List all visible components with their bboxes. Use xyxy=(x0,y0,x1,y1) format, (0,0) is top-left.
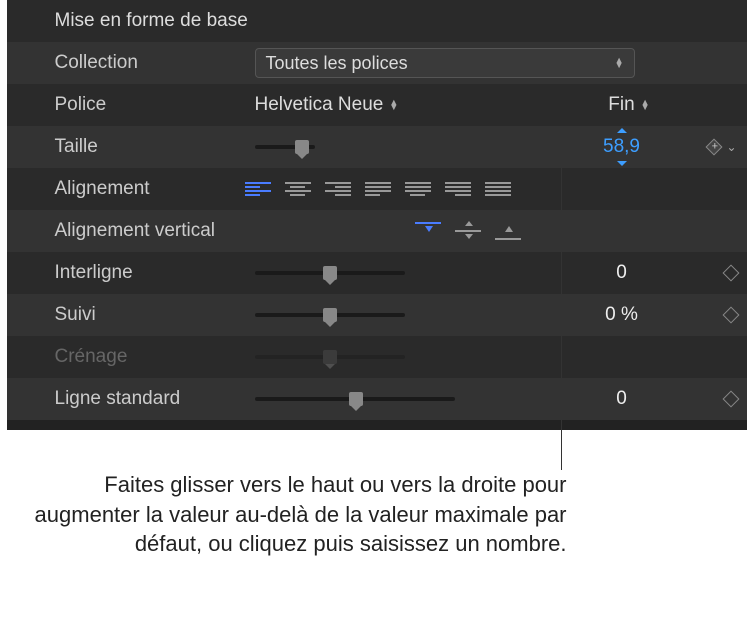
slider-thumb-icon xyxy=(323,350,337,364)
add-keyframe-icon[interactable] xyxy=(706,139,723,156)
leading-label: Interligne xyxy=(55,262,255,284)
font-family-select[interactable]: Helvetica Neue ▲▼ xyxy=(255,94,399,116)
size-value-field[interactable]: 58,9 xyxy=(567,136,677,158)
callout: Faites glisser vers le haut ou vers la d… xyxy=(7,430,747,559)
font-label: Police xyxy=(55,94,255,116)
kerning-label: Crénage xyxy=(55,346,255,368)
row-alignment: Alignement xyxy=(7,168,747,210)
keyframe-icon[interactable] xyxy=(722,391,739,408)
chevron-up-down-icon: ▲▼ xyxy=(641,100,650,110)
leading-value: 0 xyxy=(616,262,627,283)
row-leading: Interligne 0 xyxy=(7,252,747,294)
callout-leader-line xyxy=(561,145,562,470)
tracking-value-field[interactable]: 0 % xyxy=(567,304,677,326)
text-format-panel: Mise en forme de base Collection Toutes … xyxy=(7,0,747,430)
row-baseline: Ligne standard 0 xyxy=(7,378,747,420)
align-left-icon[interactable] xyxy=(245,178,271,200)
row-collection: Collection Toutes les polices ▲▼ xyxy=(7,42,747,84)
tracking-value: 0 % xyxy=(605,304,638,325)
row-valign: Alignement vertical xyxy=(7,210,747,252)
keyframe-icon[interactable] xyxy=(722,265,739,282)
align-justify-full-icon[interactable] xyxy=(485,178,511,200)
valign-middle-icon[interactable] xyxy=(455,220,481,242)
size-label: Taille xyxy=(55,136,255,158)
baseline-label: Ligne standard xyxy=(55,388,255,410)
font-family-value: Helvetica Neue xyxy=(255,94,384,116)
row-font: Police Helvetica Neue ▲▼ Fin ▲▼ xyxy=(7,84,747,126)
align-justify-left-icon[interactable] xyxy=(365,178,391,200)
row-size: Taille 58,9 ⌄ xyxy=(7,126,747,168)
collection-select[interactable]: Toutes les polices ▲▼ xyxy=(255,48,635,78)
keyframe-icon[interactable] xyxy=(722,307,739,324)
alignment-label: Alignement xyxy=(55,178,255,200)
callout-leader-line xyxy=(541,145,561,146)
panel-title: Mise en forme de base xyxy=(7,0,747,42)
valign-top-icon[interactable] xyxy=(415,220,441,242)
font-style-select[interactable]: Fin ▲▼ xyxy=(608,94,649,116)
leading-slider[interactable] xyxy=(255,271,405,275)
size-value: 58,9 xyxy=(603,136,640,157)
tracking-slider[interactable] xyxy=(255,313,405,317)
slider-thumb-icon[interactable] xyxy=(295,140,309,154)
chevron-up-down-icon: ▲▼ xyxy=(389,100,398,110)
collection-value: Toutes les polices xyxy=(266,53,408,74)
row-kerning: Crénage xyxy=(7,336,747,378)
leading-value-field[interactable]: 0 xyxy=(567,262,677,284)
kerning-slider xyxy=(255,355,405,359)
chevron-up-down-icon: ▲▼ xyxy=(615,58,624,68)
chevron-down-icon[interactable]: ⌄ xyxy=(726,140,736,154)
slider-thumb-icon[interactable] xyxy=(323,308,337,322)
size-slider[interactable] xyxy=(255,145,315,149)
align-right-icon[interactable] xyxy=(325,178,351,200)
baseline-value: 0 xyxy=(616,388,627,409)
callout-text: Faites glisser vers le haut ou vers la d… xyxy=(7,430,747,559)
align-center-icon[interactable] xyxy=(285,178,311,200)
collection-label: Collection xyxy=(55,52,255,74)
slider-thumb-icon[interactable] xyxy=(323,266,337,280)
valign-bottom-icon[interactable] xyxy=(495,220,521,242)
baseline-value-field[interactable]: 0 xyxy=(567,388,677,410)
font-style-value: Fin xyxy=(608,94,634,116)
tracking-label: Suivi xyxy=(55,304,255,326)
valign-label: Alignement vertical xyxy=(55,220,255,242)
align-justify-center-icon[interactable] xyxy=(405,178,431,200)
slider-thumb-icon[interactable] xyxy=(349,392,363,406)
align-justify-right-icon[interactable] xyxy=(445,178,471,200)
row-tracking: Suivi 0 % xyxy=(7,294,747,336)
baseline-slider[interactable] xyxy=(255,397,455,401)
